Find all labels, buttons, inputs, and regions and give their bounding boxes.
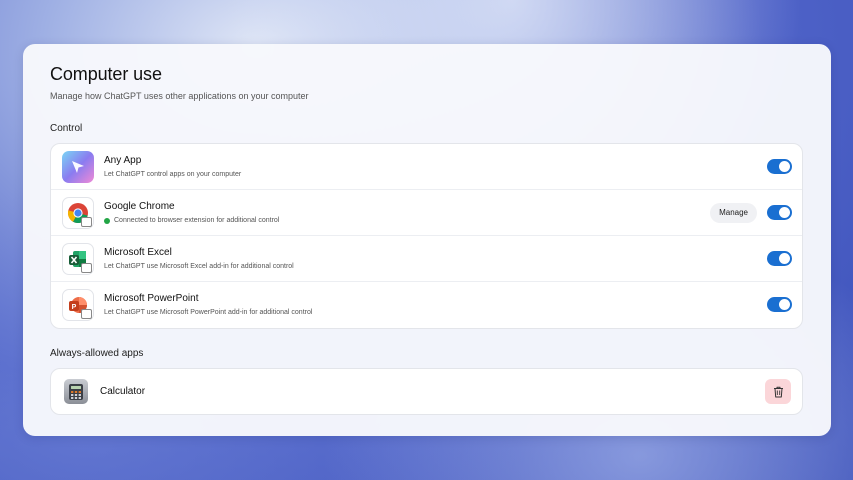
microsoft-excel-toggle[interactable]	[767, 251, 792, 266]
excel-icon	[62, 243, 94, 275]
control-section-label: Control	[50, 123, 83, 134]
control-item-any-app: Any App Let ChatGPT control apps on your…	[51, 144, 802, 190]
always-allowed-item-title: Calculator	[100, 386, 146, 397]
computer-use-settings-panel: Computer use Manage how ChatGPT uses oth…	[23, 44, 831, 436]
control-item-description: Let ChatGPT use Microsoft Excel add-in f…	[104, 263, 294, 270]
powerpoint-icon: P	[62, 289, 94, 321]
add-in-badge-icon	[81, 309, 92, 319]
control-item-description: Let ChatGPT control apps on your compute…	[104, 171, 242, 178]
toggle-knob	[779, 299, 790, 310]
any-app-toggle[interactable]	[767, 159, 792, 174]
add-in-badge-icon	[81, 263, 92, 273]
google-chrome-toggle[interactable]	[767, 205, 792, 220]
remove-calculator-button[interactable]	[765, 379, 791, 404]
control-item-title: Google Chrome	[104, 201, 175, 212]
manage-chrome-button[interactable]: Manage	[710, 203, 757, 223]
always-allowed-section-label: Always-allowed apps	[50, 348, 144, 359]
control-item-title: Any App	[104, 155, 142, 166]
toggle-knob	[779, 253, 790, 264]
extension-badge-icon	[81, 217, 92, 227]
any-app-icon	[62, 151, 94, 183]
always-allowed-item-calculator: Calculator	[51, 369, 802, 414]
calculator-icon	[64, 379, 88, 404]
toggle-knob	[779, 207, 790, 218]
control-item-description: Let ChatGPT use Microsoft PowerPoint add…	[104, 309, 313, 316]
control-item-description: Connected to browser extension for addit…	[104, 217, 279, 224]
trash-icon	[773, 386, 783, 397]
svg-text:P: P	[72, 304, 77, 311]
chrome-icon	[62, 197, 94, 229]
control-item-title: Microsoft PowerPoint	[104, 293, 199, 304]
always-allowed-list: Calculator	[50, 368, 803, 415]
page-subtitle: Manage how ChatGPT uses other applicatio…	[50, 91, 309, 101]
control-list: Any App Let ChatGPT control apps on your…	[50, 143, 803, 329]
connected-status-dot	[104, 217, 110, 224]
control-item-microsoft-excel: Microsoft Excel Let ChatGPT use Microsof…	[51, 236, 802, 282]
control-item-microsoft-powerpoint: P Microsoft PowerPoint Let ChatGPT use M…	[51, 282, 802, 328]
page-title: Computer use	[50, 64, 162, 84]
control-item-google-chrome: Google Chrome Connected to browser exten…	[51, 190, 802, 236]
control-item-title: Microsoft Excel	[104, 247, 172, 258]
toggle-knob	[779, 161, 790, 172]
microsoft-powerpoint-toggle[interactable]	[767, 297, 792, 312]
